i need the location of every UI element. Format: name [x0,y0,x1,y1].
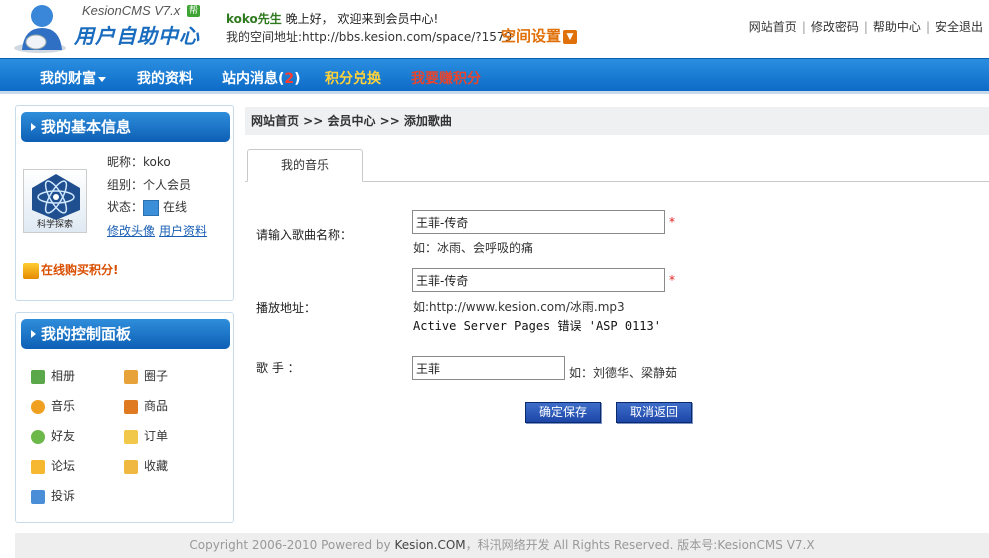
panel-item-album[interactable]: 相册 [31,367,75,384]
song-name-hint: 如：冰雨、会呼吸的痛 [413,241,534,255]
page: { "header": { "brand": "KesionCMS V7.x",… [0,0,989,558]
required-mark: * [669,273,675,287]
product-tag-icon [124,399,138,414]
status-value: 在线 [163,200,188,214]
nickname-text: 昵称：koko [107,155,171,169]
greeting-line: koko先生 晚上好， 欢迎来到会员中心! [226,10,438,27]
footer-rights: ，科汛网络开发 All Rights Reserved. 版本号:KesionC… [465,538,815,552]
atom-icon [32,174,80,220]
panel-item-favorites[interactable]: 收藏 [124,457,168,474]
control-panel-box: 我的控制面板 相册 圈子 音乐 商品 好友 订单 论坛 收藏 投诉 [15,312,234,523]
space-settings-label: 空间设置 [501,27,562,45]
status-line: 状态： 在线 [107,199,188,216]
main-nav: 我的财富 我的资料 站内消息(2) 积分兑换 我要赚积分 [0,58,989,94]
space-address-url[interactable]: http://bbs.kesion.com/space/?1579 [302,30,512,44]
song-name-label: 请输入歌曲名称： [256,228,353,242]
nav-item-messages[interactable]: 站内消息(2) [222,68,301,88]
footer-brand-link[interactable]: Kesion.COM [394,538,465,552]
space-address-line: 我的空间地址:http://bbs.kesion.com/space/?1579 [226,28,512,45]
group-circle-icon [124,369,138,384]
edit-avatar-link[interactable]: 修改头像 [107,224,155,238]
nav-item-points-exchange[interactable]: 积分兑换 [325,68,381,88]
arrow-right-icon [31,330,36,338]
complaint-document-icon [31,489,45,504]
online-status-icon [143,199,160,216]
brand-name: KesionCMS V7.x [82,3,181,18]
play-url-hint: 如:http://www.kesion.com/冰雨.mp3 [413,300,625,314]
play-url-label: 播放地址： [256,301,317,315]
panel-item-forum[interactable]: 论坛 [31,457,75,474]
nav-item-profile[interactable]: 我的资料 [137,68,193,88]
arrow-right-icon [31,123,36,131]
vip-icon [23,262,39,279]
friend-user-icon [31,429,45,444]
avatar: 科学探索 [23,169,87,233]
photo-album-icon [31,369,45,384]
greeting-text: 晚上好， 欢迎来到会员中心! [281,12,439,26]
singer-input[interactable] [412,356,565,380]
music-note-icon [31,399,45,414]
space-settings-button[interactable]: 空间设置 ▼ [501,25,578,46]
top-links: 网站首页 | 修改密码 | 帮助中心 | 安全退出 [748,20,983,34]
singer-label: 歌 手 ： [256,361,300,375]
panel-item-complaint[interactable]: 投诉 [31,487,75,504]
app-title: 用户自助中心 [74,24,200,48]
buy-points-link[interactable]: 在线购买积分! [23,261,118,279]
brand-badge: 帮 [187,5,200,17]
user-logo-icon [14,5,66,53]
message-count: 2 [284,71,295,87]
required-mark: * [669,215,675,229]
panel-item-friends[interactable]: 好友 [31,427,75,444]
logout-link[interactable]: 安全退出 [935,20,983,34]
user-profile-link[interactable]: 用户资料 [159,224,207,238]
avatar-caption: 科学探索 [36,220,73,230]
favorites-folder-icon [124,459,138,474]
forum-bubble-icon [31,459,45,474]
panel-item-goods[interactable]: 商品 [124,397,168,414]
basic-info-box: 我的基本信息 科学探索 昵称：koko 组别：个人会员 状态： 在线 修改头像 用户… [15,105,234,301]
tab-my-music[interactable]: 我的音乐 [247,149,363,182]
nav-item-wealth[interactable]: 我的财富 [40,68,106,88]
control-panel-header: 我的控制面板 [21,319,230,349]
profile-links: 修改头像 用户资料 [107,222,211,239]
panel-item-circle[interactable]: 圈子 [124,367,168,384]
panel-item-music[interactable]: 音乐 [31,397,75,414]
help-link[interactable]: 帮助中心 [873,20,921,34]
footer-copyright: Copyright 2006-2010 Powered by [189,538,395,552]
breadcrumb: 网站首页 >> 会员中心 >> 添加歌曲 [245,107,989,135]
nav-item-earn-points[interactable]: 我要赚积分 [411,68,481,88]
footer: Copyright 2006-2010 Powered by Kesion.CO… [15,533,989,558]
username: koko先生 [226,12,282,26]
header: KesionCMS V7.x 帮 用户自助中心 koko先生 晚上好， 欢迎来到… [0,0,989,58]
order-notepad-icon [124,429,138,444]
song-name-input[interactable] [412,210,665,234]
singer-hint: 如：刘德华、梁静茹 [569,366,678,380]
group-text: 组别：个人会员 [107,178,192,192]
play-url-input[interactable] [412,268,665,292]
change-password-link[interactable]: 修改密码 [811,20,859,34]
panel-item-orders[interactable]: 订单 [124,427,168,444]
asp-error-text: Active Server Pages 错误 'ASP 0113' [413,319,661,333]
chevron-down-icon: ▼ [563,29,578,44]
space-address-label: 我的空间地址: [226,30,303,44]
save-button[interactable]: 确定保存 [525,402,601,423]
cancel-button[interactable]: 取消返回 [616,402,692,423]
home-link[interactable]: 网站首页 [749,20,797,34]
basic-info-header: 我的基本信息 [21,112,230,142]
caret-down-icon [98,76,106,82]
